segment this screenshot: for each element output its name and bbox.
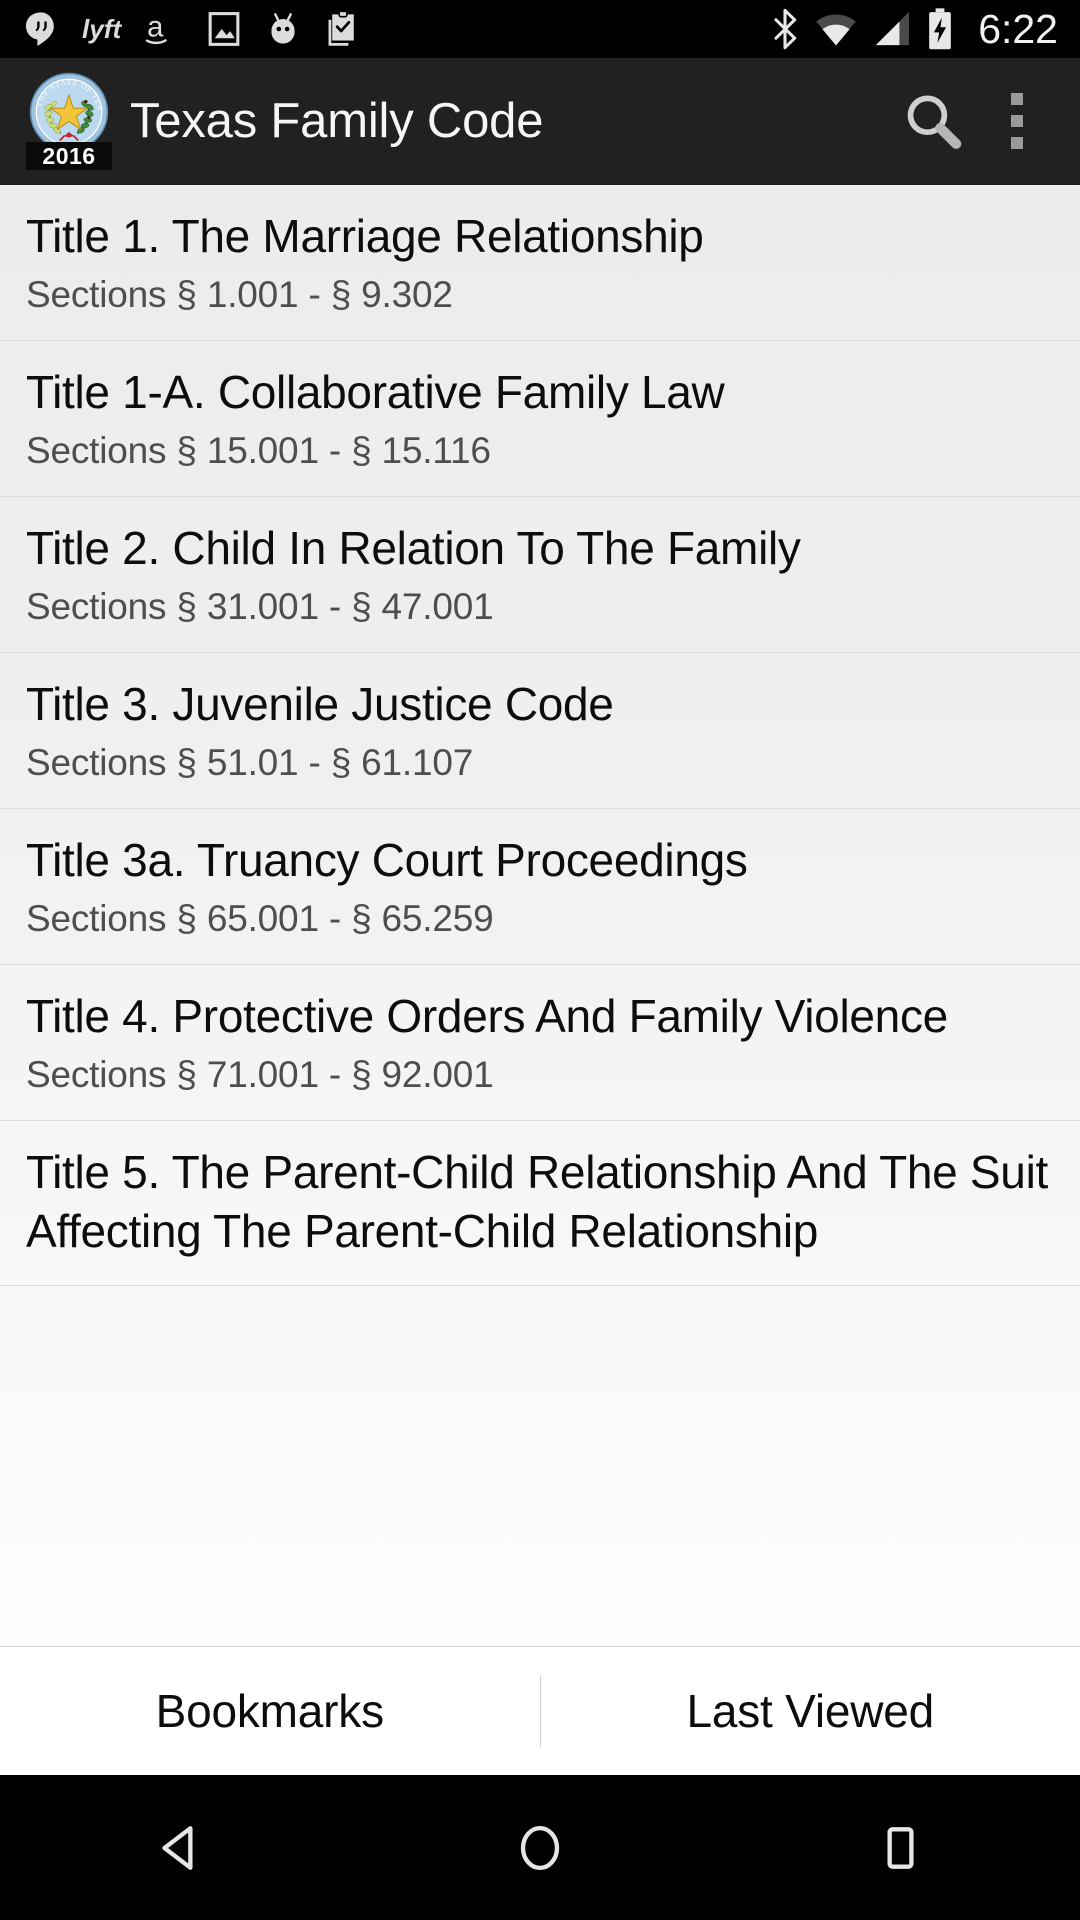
amazon-icon: a xyxy=(144,9,184,49)
list-item[interactable]: Title 2. Child In Relation To The Family… xyxy=(0,497,1080,653)
status-bar-notification-icons: lyft a xyxy=(22,9,770,49)
list-item-title: Title 3. Juvenile Justice Code xyxy=(26,678,614,730)
list-item-sections: Sections § 65.001 - § 65.259 xyxy=(26,898,494,939)
list-item-sections: Sections § 31.001 - § 47.001 xyxy=(26,586,494,627)
status-bar-system-icons: 6:22 xyxy=(770,7,1058,51)
list-item-title: Title 1. The Marriage Relationship xyxy=(26,210,704,262)
overflow-menu-icon xyxy=(1011,92,1023,149)
app-icon-year: 2016 xyxy=(26,141,112,170)
page-title: Texas Family Code xyxy=(130,93,544,148)
list-item-title: Title 5. The Parent-Child Relationship A… xyxy=(26,1146,1048,1257)
android-navigation-bar xyxy=(0,1775,1080,1920)
bottom-action-bar: Bookmarks Last Viewed xyxy=(0,1646,1080,1775)
battery-charging-icon xyxy=(926,7,954,51)
svg-text:a: a xyxy=(147,12,164,44)
last-viewed-button[interactable]: Last Viewed xyxy=(541,1647,1080,1775)
back-button[interactable] xyxy=(105,1775,255,1920)
status-bar-clock: 6:22 xyxy=(978,5,1058,52)
search-button[interactable] xyxy=(884,71,980,171)
svg-text:lyft: lyft xyxy=(82,14,122,44)
overflow-menu-button[interactable] xyxy=(980,71,1054,171)
search-icon xyxy=(907,95,962,149)
phone-screen: lyft a 6:22 THE STATE OF TEX 2016 Texas … xyxy=(0,0,1080,1920)
recents-button[interactable] xyxy=(825,1775,975,1920)
recents-square-icon xyxy=(887,1826,914,1869)
bookmarks-button[interactable]: Bookmarks xyxy=(0,1647,540,1775)
list-item[interactable]: Title 3. Juvenile Justice Code Sections … xyxy=(0,653,1080,809)
list-item[interactable]: Title 5. The Parent-Child Relationship A… xyxy=(0,1121,1080,1286)
list-item[interactable]: Title 1. The Marriage Relationship Secti… xyxy=(0,185,1080,341)
home-circle-icon xyxy=(520,1825,560,1870)
list-item-title: Title 1-A. Collaborative Family Law xyxy=(26,366,725,418)
photos-icon xyxy=(206,9,242,49)
wifi-icon xyxy=(814,8,858,50)
lyft-icon: lyft xyxy=(82,9,123,49)
list-item-sections: Sections § 71.001 - § 92.001 xyxy=(26,1054,494,1095)
home-button[interactable] xyxy=(465,1775,615,1920)
app-icon: THE STATE OF TEXAS xyxy=(26,72,112,170)
back-triangle-icon xyxy=(162,1825,193,1870)
app-bar: THE STATE OF TEXAS xyxy=(0,58,1080,183)
clipboard-check-icon xyxy=(324,9,362,49)
texas-state-seal-icon: THE STATE OF TEXAS xyxy=(29,72,109,151)
list-item-title: Title 4. Protective Orders And Family Vi… xyxy=(26,990,948,1042)
bluetooth-icon xyxy=(770,8,800,50)
list-item-sections: Sections § 15.001 - § 15.116 xyxy=(26,430,491,471)
hangouts-icon xyxy=(22,9,60,49)
titles-list[interactable]: Title 1. The Marriage Relationship Secti… xyxy=(0,183,1080,1646)
cellular-signal-icon xyxy=(872,8,912,50)
list-item-title: Title 3a. Truancy Court Proceedings xyxy=(26,834,748,886)
list-item-sections: Sections § 1.001 - § 9.302 xyxy=(26,274,453,315)
list-item[interactable]: Title 4. Protective Orders And Family Vi… xyxy=(0,965,1080,1121)
list-item[interactable]: Title 3a. Truancy Court Proceedings Sect… xyxy=(0,809,1080,965)
status-bar: lyft a 6:22 xyxy=(0,0,1080,58)
list-item-sections: Sections § 51.01 - § 61.107 xyxy=(26,742,474,783)
list-item-title: Title 2. Child In Relation To The Family xyxy=(26,522,801,574)
cyanogenmod-icon xyxy=(264,9,302,49)
list-item[interactable]: Title 1-A. Collaborative Family Law Sect… xyxy=(0,341,1080,497)
